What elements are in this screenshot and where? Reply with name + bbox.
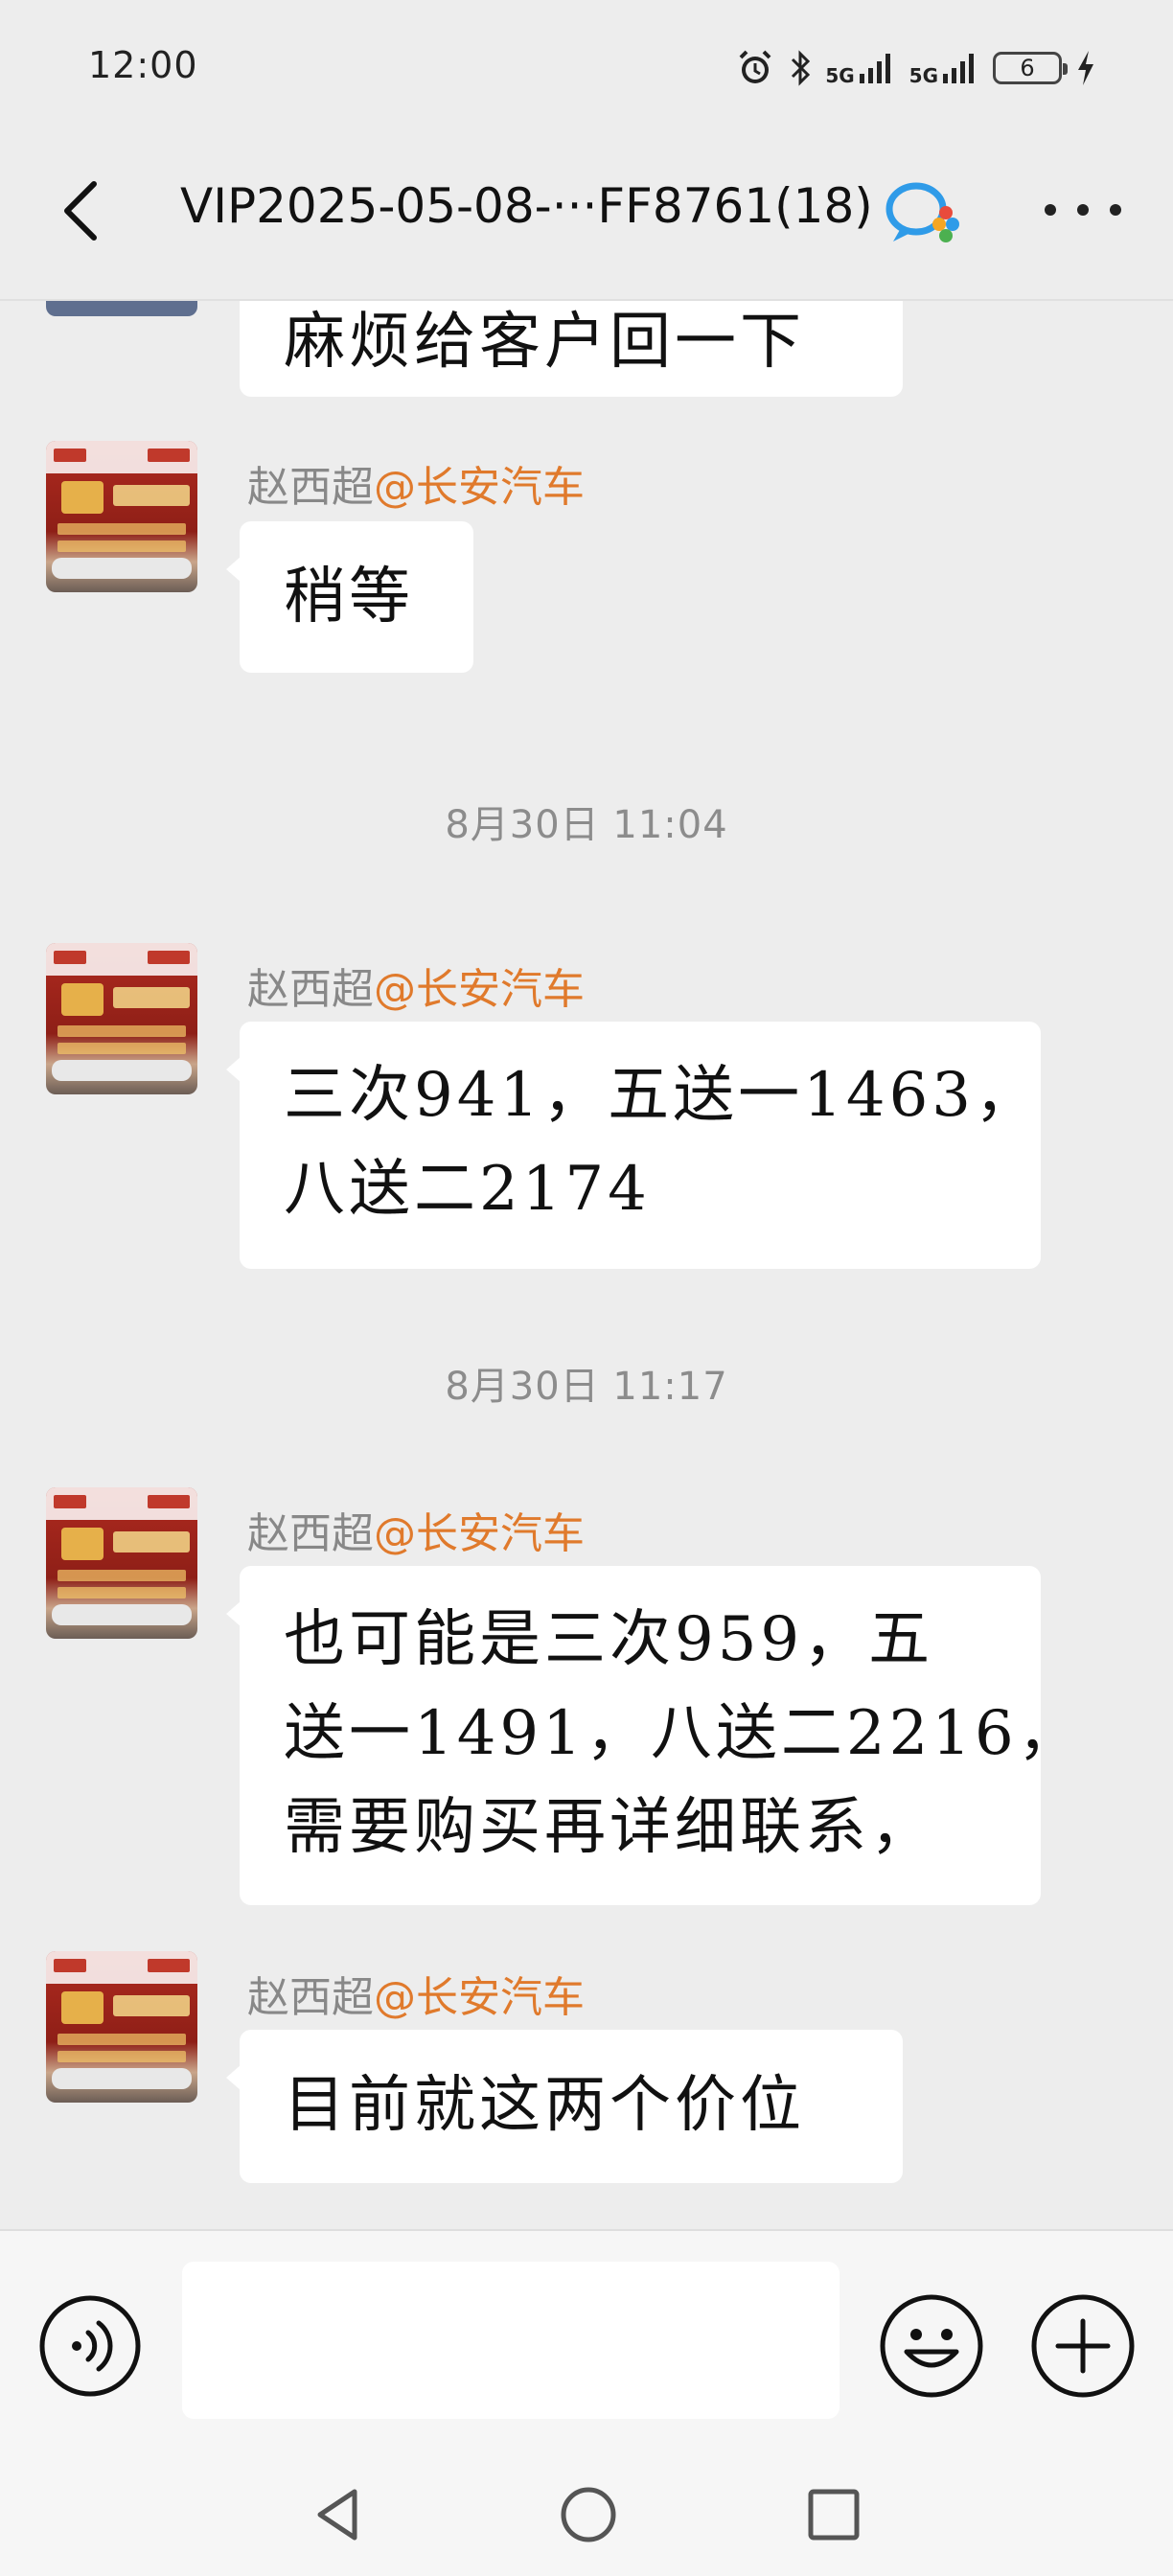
sender-name: 赵西超	[247, 965, 374, 1014]
bluetooth-icon	[792, 50, 811, 86]
chat-screen: 12:00 5G 5G 6 VIP2025-05-08-···FF8761(18…	[0, 0, 1173, 2576]
more-options-button[interactable]	[1045, 196, 1121, 224]
message-text: 三次941，五送一1463，	[284, 1060, 1041, 1131]
sender-label: 赵西超@长安汽车	[247, 954, 585, 1016]
voice-icon	[39, 2295, 141, 2397]
message-text: 目前就这两个价位	[284, 2070, 805, 2141]
sender-name: 赵西超	[247, 463, 374, 512]
message-bubble[interactable]: 目前就这两个价位	[226, 2030, 903, 2183]
message-text: 麻烦给客户回一下	[284, 307, 805, 378]
chat-title[interactable]: VIP2025-05-08-···FF8761(18)	[180, 178, 873, 234]
message-input[interactable]	[182, 2262, 840, 2419]
avatar[interactable]	[46, 441, 197, 592]
nav-back-button[interactable]	[309, 2484, 370, 2545]
avatar[interactable]	[46, 1951, 197, 2103]
nav-back-icon	[317, 2489, 357, 2541]
battery-level: 6	[1020, 55, 1035, 81]
message-bubble[interactable]: 也可能是三次959，五 送一1491，八送二2216， 需要购买再详细联系，	[226, 1566, 1083, 1905]
message-text: 也可能是三次959，五	[284, 1604, 934, 1675]
nav-recent-icon	[808, 2489, 860, 2541]
message-text: 送一1491，八送二2216，	[284, 1698, 1083, 1769]
plus-icon	[1031, 2294, 1135, 2398]
signal-group-2: 5G	[909, 51, 979, 85]
nav-home-button[interactable]	[558, 2484, 619, 2545]
voice-button[interactable]	[38, 2294, 142, 2398]
back-button[interactable]	[48, 172, 115, 249]
status-bar: 12:00 5G 5G 6	[0, 0, 1173, 134]
signal-group-1: 5G	[825, 51, 895, 85]
wecom-chat-icon[interactable]	[880, 174, 966, 251]
time-divider: 8月30日 11:04	[445, 803, 728, 847]
avatar[interactable]	[46, 299, 197, 316]
charging-icon	[1078, 51, 1093, 85]
signal-icon	[943, 54, 974, 83]
message-list[interactable]: 麻烦给客户回一下 赵西超@长安汽车 稍等 8月30日 11:04 赵西超@长安汽…	[0, 299, 1173, 2229]
input-bar	[0, 2229, 1173, 2451]
network-type-label: 5G	[908, 64, 938, 87]
avatar[interactable]	[46, 943, 197, 1094]
message-text: 需要购买再详细联系，	[284, 1792, 935, 1863]
message-bubble[interactable]: 三次941，五送一1463， 八送二2174	[226, 1022, 1041, 1269]
sender-name: 赵西超	[247, 1973, 374, 2022]
signal-icon	[859, 54, 890, 83]
battery-icon: 6	[993, 52, 1068, 84]
sender-corp: @长安汽车	[374, 965, 585, 1014]
sender-label: 赵西超@长安汽车	[247, 1499, 585, 1560]
chat-header: VIP2025-05-08-···FF8761(18)	[0, 134, 1173, 301]
message-bubble[interactable]: 麻烦给客户回一下	[240, 299, 903, 397]
status-icons: 5G 5G 6	[735, 46, 1096, 90]
sender-label: 赵西超@长安汽车	[247, 452, 585, 514]
emoji-button[interactable]	[878, 2292, 985, 2400]
message-bubble[interactable]: 稍等	[226, 521, 473, 673]
sender-label: 赵西超@长安汽车	[247, 1963, 585, 2024]
sender-corp: @长安汽车	[374, 463, 585, 512]
sender-corp: @长安汽车	[374, 1509, 585, 1558]
network-type-label: 5G	[825, 64, 855, 87]
sender-name: 赵西超	[247, 1509, 374, 1558]
chevron-left-icon	[64, 181, 97, 241]
status-time: 12:00	[88, 44, 198, 86]
more-dots-icon	[1110, 204, 1121, 216]
sender-corp: @长安汽车	[374, 1973, 585, 2022]
alarm-icon	[739, 50, 771, 83]
system-nav-bar	[0, 2450, 1173, 2576]
nav-recent-button[interactable]	[803, 2484, 864, 2545]
nav-home-icon	[561, 2487, 616, 2542]
time-divider: 8月30日 11:17	[445, 1365, 728, 1409]
more-dots-icon	[1045, 204, 1056, 216]
emoji-icon	[880, 2294, 983, 2398]
more-dots-icon	[1077, 204, 1089, 216]
message-text: 八送二2174	[284, 1154, 651, 1225]
message-text: 稍等	[284, 562, 414, 632]
avatar[interactable]	[46, 1487, 197, 1639]
plus-button[interactable]	[1029, 2292, 1137, 2400]
